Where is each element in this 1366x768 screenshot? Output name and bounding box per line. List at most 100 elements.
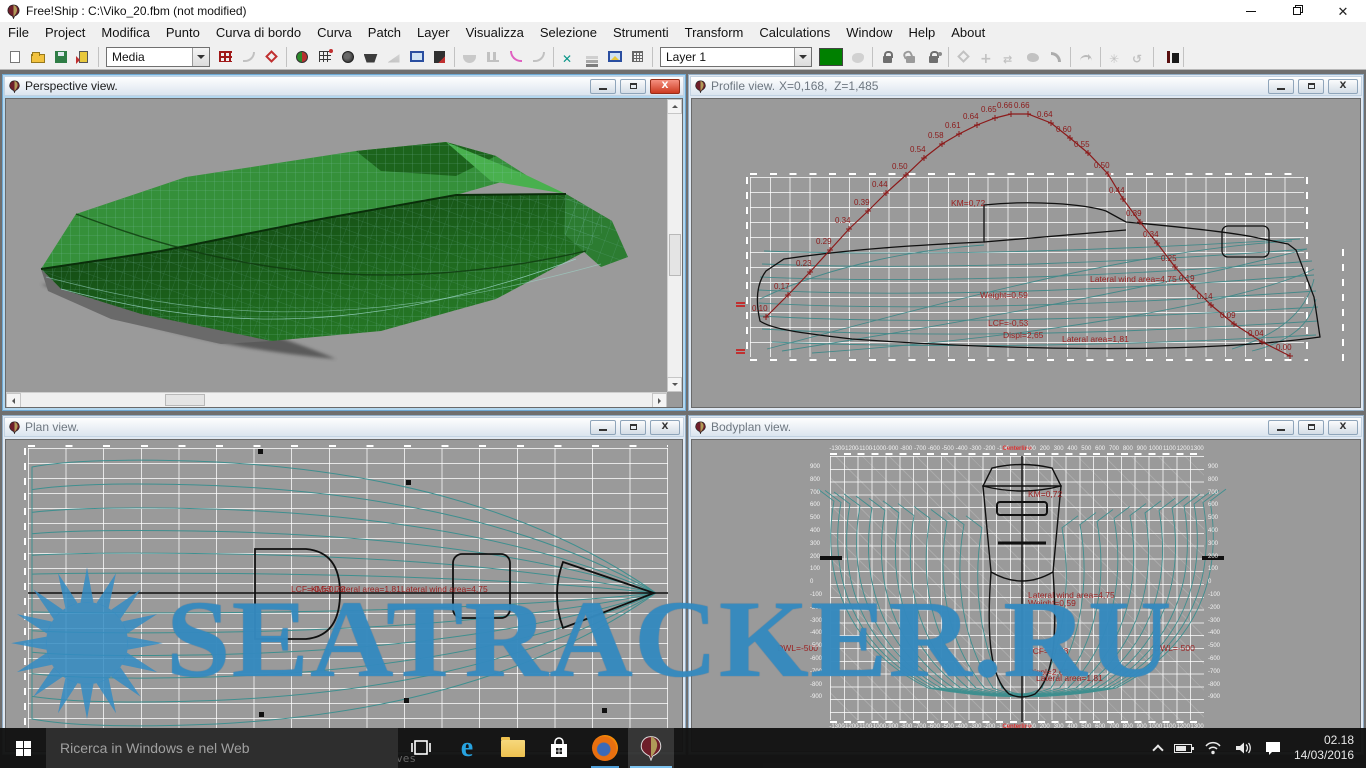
menu-strumenti[interactable]: Strumenti xyxy=(605,22,677,44)
window-restore-button[interactable] xyxy=(1274,0,1320,22)
check-model-button[interactable] xyxy=(260,46,283,68)
menu-selezione[interactable]: Selezione xyxy=(532,22,605,44)
plan-view-titlebar[interactable]: Plan view. X xyxy=(4,417,684,437)
viewport-minimize-button[interactable] xyxy=(1268,79,1294,94)
bodyplan-canvas[interactable]: KM=0,72Lateral wind area=4,75Weight=0,59… xyxy=(691,439,1361,752)
svg-text:0.34: 0.34 xyxy=(1143,230,1159,239)
perspective-view-titlebar[interactable]: Perspective view. X xyxy=(4,76,684,96)
scroll-up-button[interactable] xyxy=(667,99,682,114)
unlock-points-button[interactable] xyxy=(899,46,922,68)
notifications-icon[interactable] xyxy=(1264,740,1282,756)
taskbar-freeship-button[interactable] xyxy=(628,728,674,768)
menu-curva[interactable]: Curva xyxy=(309,22,360,44)
intersections-dialog-button[interactable] xyxy=(557,46,580,68)
scroll-right-button[interactable] xyxy=(652,393,667,408)
menu-help[interactable]: Help xyxy=(900,22,943,44)
menu-curva-di-bordo[interactable]: Curva di bordo xyxy=(208,22,309,44)
taskbar-search-input[interactable] xyxy=(46,728,398,768)
lock-points-button[interactable] xyxy=(876,46,899,68)
task-view-button[interactable] xyxy=(398,728,444,768)
save-file-button[interactable] xyxy=(49,46,72,68)
svg-text:0.44: 0.44 xyxy=(1109,186,1125,195)
plan-canvas[interactable]: LCF=-0,53KM=0,72Lateral area=1,81Lateral… xyxy=(5,439,683,752)
scroll-down-button[interactable] xyxy=(667,377,682,392)
svg-text:0.58: 0.58 xyxy=(928,131,944,140)
new-face-icon xyxy=(1027,53,1039,62)
horizontal-scrollbar[interactable] xyxy=(6,392,667,407)
menu-patch[interactable]: Patch xyxy=(360,22,409,44)
menu-project[interactable]: Project xyxy=(37,22,93,44)
layers-dialog-button[interactable] xyxy=(580,46,603,68)
axis-label: -300 xyxy=(969,446,981,452)
show-control-net-button[interactable] xyxy=(214,46,237,68)
intersections-dialog-icon xyxy=(562,50,575,63)
chevron-down-icon[interactable] xyxy=(192,48,209,66)
axis-label: -300 xyxy=(1208,618,1220,624)
viewport-close-button[interactable]: X xyxy=(650,79,680,94)
vertical-scroll-thumb[interactable] xyxy=(669,234,681,276)
wifi-icon[interactable] xyxy=(1204,741,1222,755)
viewport-close-button[interactable]: X xyxy=(1328,420,1358,435)
exit-program-button[interactable] xyxy=(72,46,95,68)
bodyplan-view-titlebar[interactable]: Bodyplan view. X xyxy=(690,417,1362,437)
taskbar-clock[interactable]: 02.18 14/03/2016 xyxy=(1294,733,1354,763)
show-both-sides-button[interactable] xyxy=(290,46,313,68)
show-background-image-button[interactable] xyxy=(405,46,428,68)
delete-selection-icon xyxy=(1167,51,1170,63)
window-close-button[interactable]: ✕ xyxy=(1320,0,1366,22)
menu-modifica[interactable]: Modifica xyxy=(93,22,157,44)
lock-all-points-button[interactable] xyxy=(922,46,945,68)
battery-icon[interactable] xyxy=(1174,744,1192,753)
viewport-minimize-button[interactable] xyxy=(1268,420,1294,435)
show-stations-button[interactable] xyxy=(359,46,382,68)
scroll-left-button[interactable] xyxy=(6,393,21,408)
menu-visualizza[interactable]: Visualizza xyxy=(458,22,532,44)
viewport-maximize-button[interactable] xyxy=(620,420,646,435)
viewport-maximize-button[interactable] xyxy=(1298,79,1324,94)
show-flowlines-button[interactable] xyxy=(504,46,527,68)
tray-chevron-up-icon[interactable] xyxy=(1152,744,1163,755)
vertical-scrollbar[interactable] xyxy=(667,99,682,392)
window-minimize-button[interactable] xyxy=(1228,0,1274,22)
layer-color-swatch[interactable] xyxy=(819,48,843,66)
svg-text:0.14: 0.14 xyxy=(1197,292,1213,301)
precision-dropdown[interactable]: Media xyxy=(106,47,210,67)
viewport-close-button[interactable]: X xyxy=(650,420,680,435)
menu-calculations[interactable]: Calculations xyxy=(751,22,838,44)
delete-selection-button[interactable] xyxy=(1157,46,1180,68)
viewport-maximize-button[interactable] xyxy=(620,79,646,94)
chevron-down-icon[interactable] xyxy=(794,48,811,66)
volume-icon[interactable] xyxy=(1234,741,1252,755)
axis-label: 600 xyxy=(810,502,820,508)
design-hydrostatics-button[interactable] xyxy=(428,46,451,68)
viewport-minimize-button[interactable] xyxy=(590,420,616,435)
new-file-button[interactable] xyxy=(3,46,26,68)
show-grid-button[interactable] xyxy=(313,46,336,68)
horizontal-scroll-thumb[interactable] xyxy=(165,394,205,406)
import-background-image-button[interactable] xyxy=(603,46,626,68)
profile-canvas[interactable]: 0.100.170.230.290.340.390.440.500.540.58… xyxy=(691,98,1361,408)
profile-drawing: 0.100.170.230.290.340.390.440.500.540.58… xyxy=(692,99,1361,407)
viewport-maximize-button[interactable] xyxy=(1298,420,1324,435)
menu-layer[interactable]: Layer xyxy=(409,22,458,44)
menu-transform[interactable]: Transform xyxy=(677,22,752,44)
menu-window[interactable]: Window xyxy=(838,22,900,44)
open-file-button[interactable] xyxy=(26,46,49,68)
menu-punto[interactable]: Punto xyxy=(158,22,208,44)
taskbar-file-explorer-button[interactable] xyxy=(490,728,536,768)
perspective-canvas[interactable] xyxy=(5,98,683,408)
taskbar-firefox-button[interactable] xyxy=(582,728,628,768)
viewport-close-button[interactable]: X xyxy=(1328,79,1358,94)
project-settings-button[interactable] xyxy=(626,46,649,68)
start-button[interactable] xyxy=(0,728,46,768)
profile-view-titlebar[interactable]: Profile view. X=0,168, Z=1,485 X xyxy=(690,76,1362,96)
axis-label: -200 xyxy=(983,446,995,452)
menu-file[interactable]: File xyxy=(0,22,37,44)
menu-about[interactable]: About xyxy=(943,22,993,44)
layer-dropdown[interactable]: Layer 1 xyxy=(660,47,812,67)
taskbar-store-button[interactable] xyxy=(536,728,582,768)
axis-label: -600 xyxy=(928,446,940,452)
show-interior-edges-button[interactable] xyxy=(336,46,359,68)
viewport-minimize-button[interactable] xyxy=(590,79,616,94)
taskbar-edge-button[interactable]: e xyxy=(444,728,490,768)
